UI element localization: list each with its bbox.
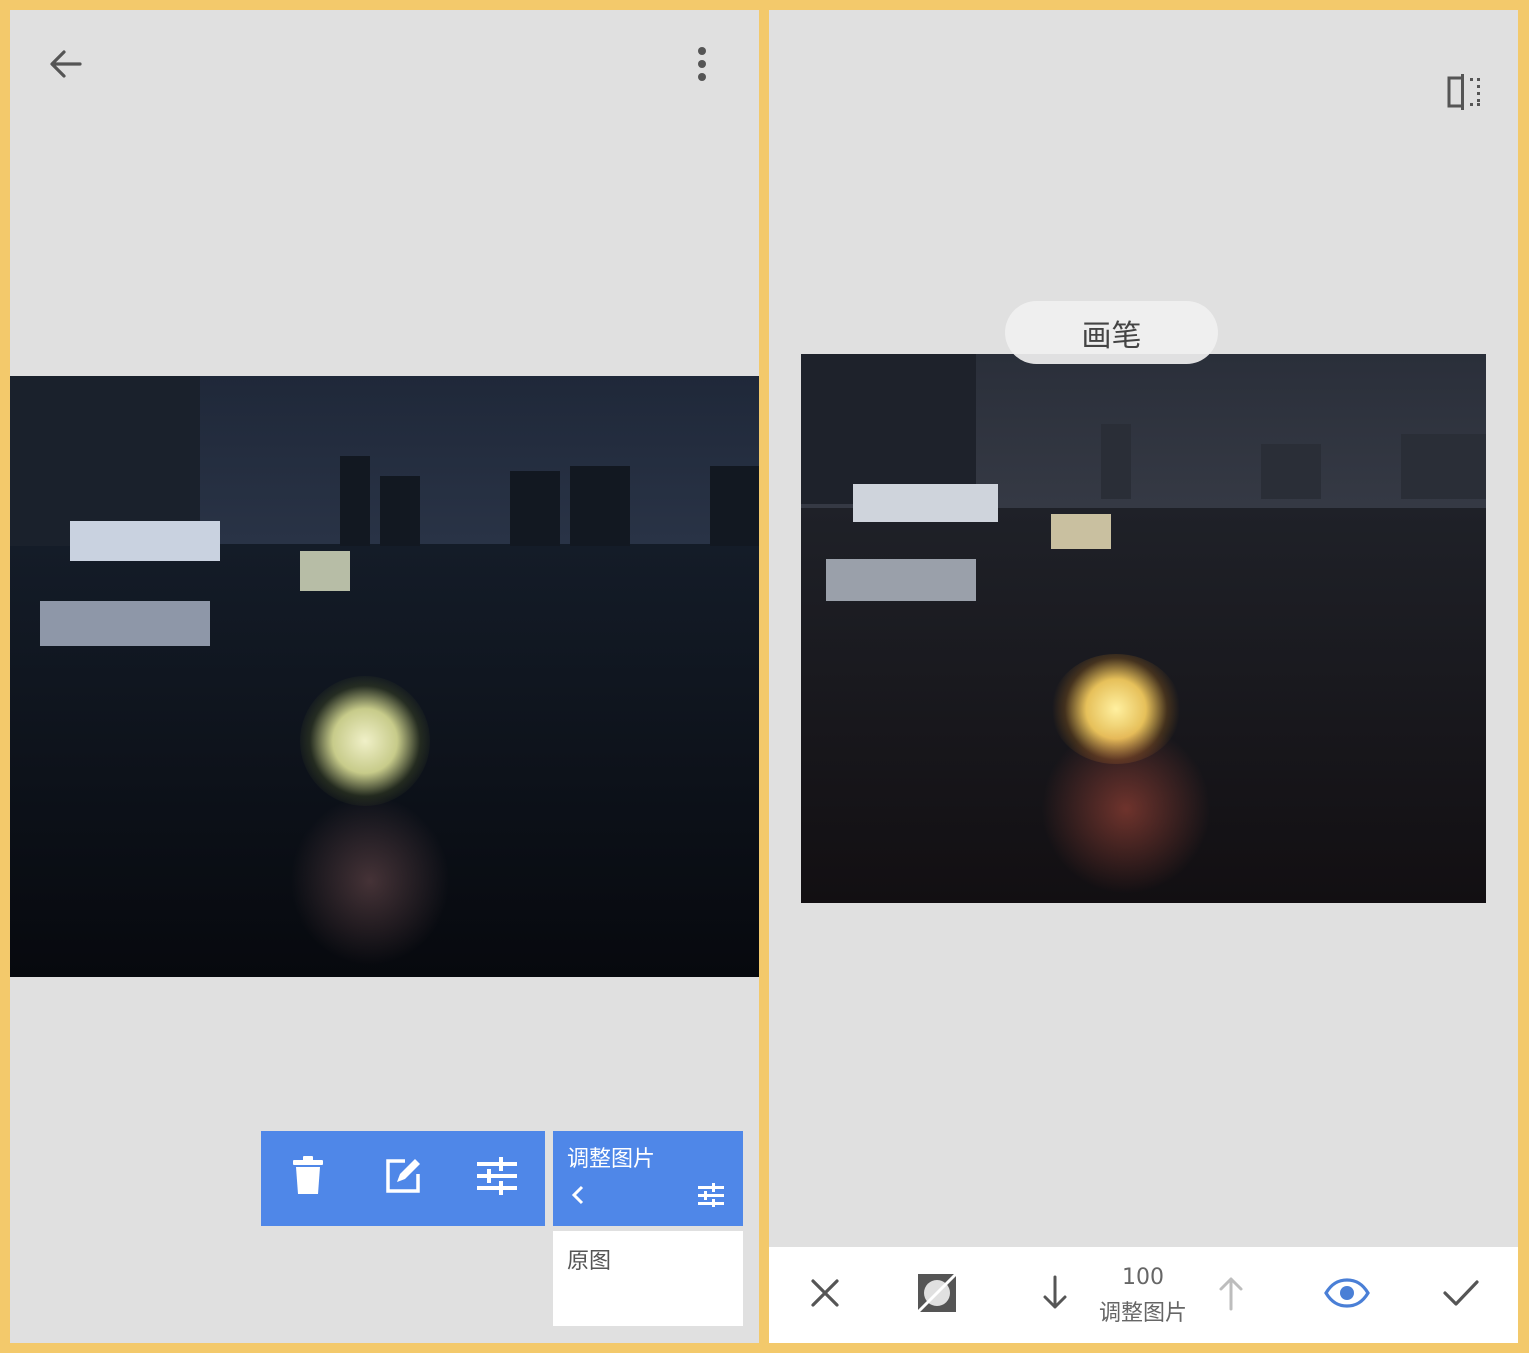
effect-name: 调整图片 [1098,1301,1187,1326]
arrow-up-icon [1218,1275,1244,1315]
confirm-button[interactable] [1437,1271,1485,1319]
collapse-button[interactable] [567,1183,589,1211]
increase-button[interactable] [1207,1271,1255,1319]
chevron-left-icon [571,1185,585,1209]
brush-bottom-bar: 100 调整图片 [769,1247,1518,1343]
delete-button[interactable] [283,1153,333,1203]
mask-invert-icon [916,1272,958,1318]
original-label: 原图 [567,1249,612,1274]
more-vert-icon [696,46,708,86]
right-editor-panel: 画笔 100 调整图片 [769,10,1518,1343]
adjust-card-title: 调整图片 [567,1147,656,1172]
back-button[interactable] [40,40,92,92]
invert-mask-button[interactable] [913,1271,961,1319]
trash-icon [291,1156,325,1200]
photo-preview [10,376,759,977]
cancel-button[interactable] [801,1271,849,1319]
brush-value: 100 [1122,1265,1164,1290]
edit-square-icon [383,1156,423,1200]
left-editor-panel: 调整图片 原图 [10,10,759,1343]
edit-button[interactable] [378,1153,428,1203]
arrow-down-icon [1042,1275,1068,1315]
edit-action-bar [261,1131,545,1226]
close-icon [810,1278,840,1312]
compare-icon [1443,72,1483,116]
photo-preview [801,354,1486,903]
brush-mode-toast: 画笔 [1005,301,1218,364]
back-arrow-icon [48,46,84,86]
eye-icon [1324,1278,1370,1312]
view-mask-button[interactable] [1321,1271,1373,1319]
adjust-image-card[interactable]: 调整图片 [553,1131,743,1226]
sliders-icon [698,1183,724,1211]
more-menu-button[interactable] [682,46,722,86]
adjust-button[interactable] [472,1153,522,1203]
adjust-settings-button[interactable] [693,1181,729,1213]
original-image-item[interactable]: 原图 [553,1231,743,1326]
check-icon [1442,1278,1480,1312]
compare-button[interactable] [1439,70,1487,118]
sliders-icon [477,1157,517,1199]
decrease-button[interactable] [1031,1271,1079,1319]
